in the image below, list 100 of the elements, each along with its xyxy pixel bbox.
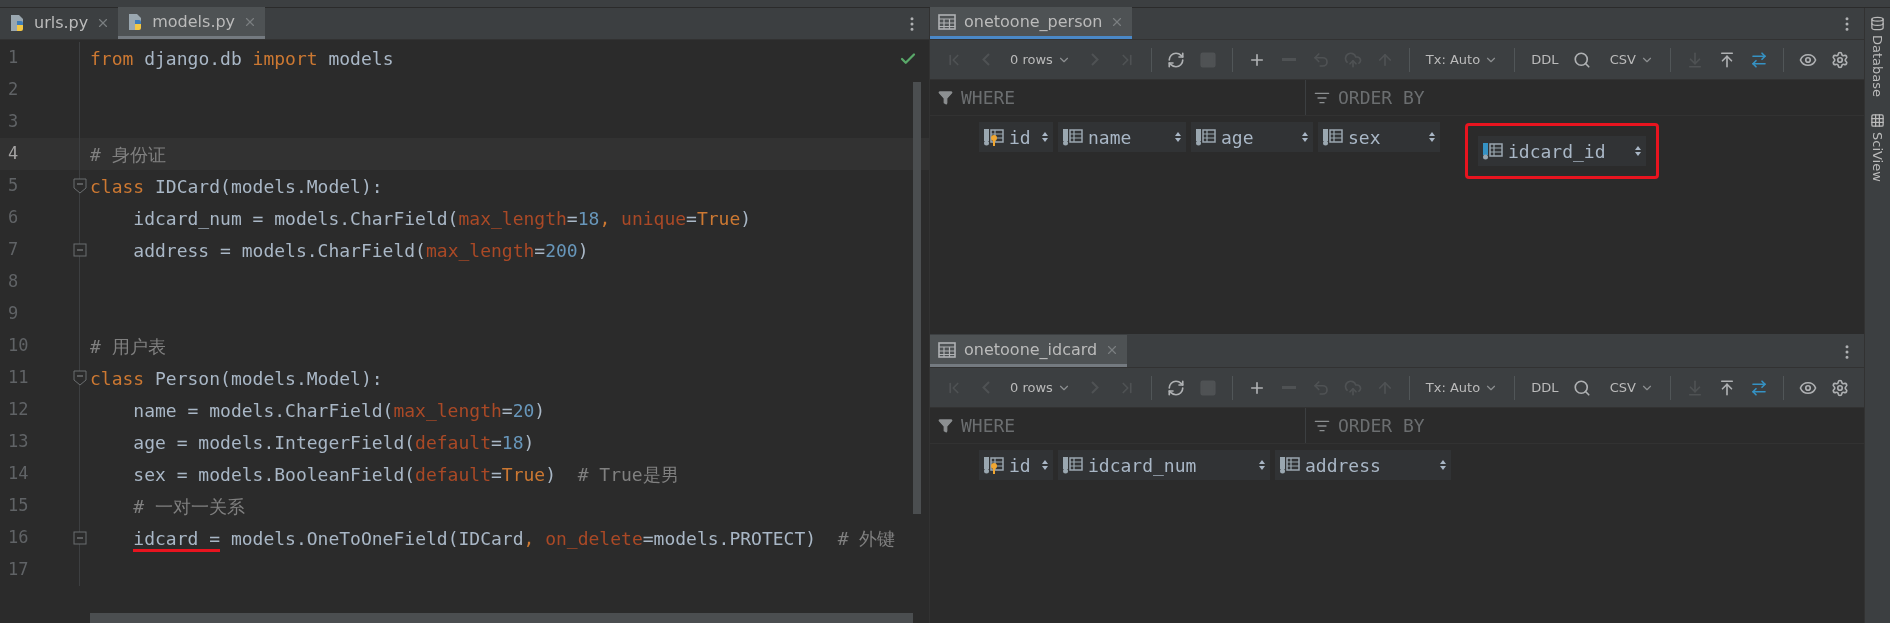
search-icon xyxy=(1573,50,1592,69)
table-icon xyxy=(938,341,956,358)
dropdown-button[interactable]: 0 rows xyxy=(1002,43,1079,76)
sidebar-tab[interactable]: Database xyxy=(1867,16,1888,98)
column-icon xyxy=(1195,127,1217,147)
column-header[interactable]: id xyxy=(979,122,1053,152)
line-number: 5 xyxy=(7,174,20,198)
fold-icon[interactable] xyxy=(73,178,87,194)
line-number: 8 xyxy=(7,270,20,294)
refresh-icon xyxy=(1166,50,1185,69)
column-header[interactable]: idcard_num xyxy=(1058,450,1270,480)
tab-label: urls.py xyxy=(34,12,89,34)
sort-icon[interactable] xyxy=(1041,459,1049,471)
code-line: # 身份证 xyxy=(90,142,166,167)
fold-end-icon[interactable] xyxy=(73,531,87,545)
column-icon xyxy=(1062,127,1084,147)
code-line: idcard_num = models.CharField(max_length=18, unique=True) xyxy=(132,206,752,231)
swap-arrows-icon xyxy=(1750,50,1768,69)
filter-icon[interactable] xyxy=(938,418,953,433)
vertical-scrollbar[interactable] xyxy=(913,82,921,514)
upload-icon xyxy=(1718,378,1736,397)
line-number: 1 xyxy=(7,46,20,70)
tab-label: models.py xyxy=(152,10,236,33)
dropdown-button[interactable]: 0 rows xyxy=(1002,371,1079,404)
ddl-button[interactable]: DDL xyxy=(1523,371,1567,404)
line-number: 7 xyxy=(7,238,20,262)
horizontal-scrollbar[interactable] xyxy=(90,613,913,623)
sort-icon[interactable] xyxy=(1041,131,1049,143)
line-number: 11 xyxy=(7,366,30,390)
dropdown-button[interactable]: Tx: Auto xyxy=(1417,43,1507,76)
tab-label: onetoone_person xyxy=(964,10,1103,33)
column-icon xyxy=(1279,455,1301,475)
column-header[interactable]: age xyxy=(1191,122,1313,152)
code-line: age = models.IntegerField(default=18) xyxy=(132,430,535,455)
code-line: sex = models.BooleanField(default=True) # True是男 xyxy=(132,462,679,487)
column-header[interactable]: name xyxy=(1058,122,1186,152)
sort-icon[interactable] xyxy=(1174,131,1182,143)
code-line: idcard = models.OneToOneField(IDCard, on_delete=models.PROTECT) # 外键 xyxy=(90,524,896,552)
file-tab[interactable]: urls.py xyxy=(0,7,119,39)
key-column-icon xyxy=(983,455,1005,475)
settings-icon xyxy=(1831,378,1849,397)
code-line: class IDCard(models.Model): xyxy=(90,174,383,199)
column-header[interactable]: address xyxy=(1275,450,1451,480)
column-icon xyxy=(1062,455,1084,475)
sort-icon[interactable] xyxy=(1301,131,1309,143)
tab-label: onetoone_idcard xyxy=(964,338,1098,361)
column-header[interactable]: id xyxy=(979,450,1053,480)
column-header[interactable]: idcard_id xyxy=(1478,136,1646,166)
sidebar-tab[interactable]: SciView xyxy=(1867,113,1888,182)
line-number: 14 xyxy=(7,462,30,486)
sidebar-label: Database xyxy=(1869,35,1887,98)
line-number: 4 xyxy=(7,142,20,166)
swap-arrows-icon xyxy=(1750,378,1768,397)
key-column-icon xyxy=(983,127,1005,147)
code-line: # 用户表 xyxy=(90,334,166,359)
table-tab[interactable]: onetoone_person xyxy=(930,7,1133,39)
fold-end-icon[interactable] xyxy=(73,243,87,257)
upload-icon xyxy=(1718,50,1736,69)
table-icon xyxy=(938,13,956,30)
sort-icon[interactable] xyxy=(1439,459,1447,471)
where-field[interactable]: WHERE xyxy=(961,412,1297,439)
code-line: name = models.CharField(max_length=20) xyxy=(132,398,546,423)
code-line: class Person(models.Model): xyxy=(90,366,383,391)
line-number: 17 xyxy=(7,558,30,582)
column-header[interactable]: sex xyxy=(1318,122,1440,152)
line-number: 15 xyxy=(7,494,30,518)
line-number: 10 xyxy=(7,334,30,358)
code-line: # 一对一关系 xyxy=(132,494,246,519)
settings-icon xyxy=(1831,50,1849,69)
filter-icon[interactable] xyxy=(938,90,953,105)
line-number: 16 xyxy=(7,526,30,550)
database-icon xyxy=(1870,16,1885,31)
code-line: address = models.CharField(max_length=200) xyxy=(132,238,589,263)
sort-icon[interactable] xyxy=(1634,145,1642,157)
order-by-field[interactable]: ORDER BY xyxy=(1338,412,1856,439)
dropdown-button[interactable]: CSV xyxy=(1601,43,1662,76)
table-tab[interactable]: onetoone_idcard xyxy=(930,335,1128,367)
sidebar-label: SciView xyxy=(1869,132,1887,182)
line-number: 9 xyxy=(7,302,20,326)
code-line: from django.db import models xyxy=(90,46,394,71)
line-number: 3 xyxy=(7,110,20,134)
column-icon xyxy=(1322,127,1344,147)
line-number: 2 xyxy=(7,78,20,102)
sort-icon[interactable] xyxy=(1258,459,1266,471)
order-by-field[interactable]: ORDER BY xyxy=(1338,84,1856,111)
line-number: 13 xyxy=(7,430,30,454)
python-file-icon xyxy=(8,14,26,32)
dropdown-button[interactable]: Tx: Auto xyxy=(1417,371,1507,404)
line-number: 12 xyxy=(7,398,30,422)
line-number: 6 xyxy=(7,206,20,230)
column-icon xyxy=(1482,141,1504,161)
sort-icon[interactable] xyxy=(1428,131,1436,143)
search-icon xyxy=(1573,378,1592,397)
ddl-button[interactable]: DDL xyxy=(1523,43,1567,76)
refresh-icon xyxy=(1166,378,1185,397)
fold-icon[interactable] xyxy=(73,370,87,386)
grid-icon xyxy=(1870,113,1885,129)
file-tab[interactable]: models.py xyxy=(118,7,266,39)
dropdown-button[interactable]: CSV xyxy=(1601,371,1662,404)
where-field[interactable]: WHERE xyxy=(961,84,1297,111)
